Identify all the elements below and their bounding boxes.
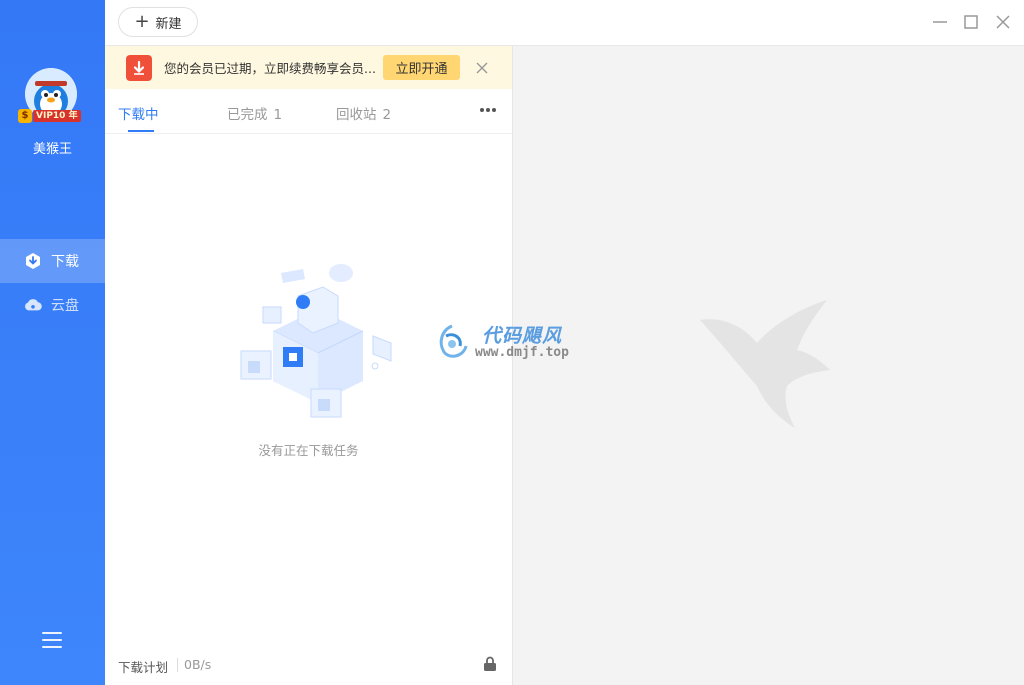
- download-badge-icon: [126, 54, 152, 81]
- watermark-url: www.dmjf.top: [475, 345, 569, 360]
- sidebar: $ VIP10 年 美猴王 下载 云盘: [0, 0, 105, 685]
- lock-icon[interactable]: [483, 656, 497, 672]
- cloud-icon: [24, 296, 42, 314]
- empty-state-text: 没有正在下载任务: [258, 443, 359, 458]
- vip-badge-label: VIP10 年: [33, 110, 81, 122]
- tab-recycle-bin[interactable]: 回收站 2: [336, 103, 391, 123]
- footer-divider: [177, 658, 178, 672]
- active-tab-indicator: [128, 130, 154, 132]
- maximize-icon[interactable]: [961, 12, 981, 32]
- vip-badge[interactable]: $ VIP10 年: [18, 109, 81, 123]
- thunder-bird-logo-icon: [695, 298, 835, 433]
- sidebar-item-label: 下载: [51, 254, 79, 270]
- username: 美猴王: [32, 142, 72, 157]
- new-task-button[interactable]: + 新建: [118, 7, 198, 37]
- banner-text: 您的会员已过期，立即续费畅享会员...: [164, 61, 376, 76]
- download-hex-icon: [24, 252, 42, 270]
- tab-label: 下载中: [118, 107, 159, 123]
- menu-icon[interactable]: [42, 632, 62, 648]
- empty-state-illustration: [223, 261, 398, 421]
- close-icon[interactable]: [993, 12, 1013, 32]
- tab-downloading[interactable]: 下载中: [118, 103, 159, 123]
- sidebar-item-label: 云盘: [51, 298, 79, 314]
- sidebar-item-download[interactable]: 下载: [0, 239, 105, 283]
- new-task-label: 新建: [155, 16, 182, 32]
- download-speed: 0B/s: [184, 657, 212, 672]
- tab-count: 1: [273, 107, 283, 123]
- tab-bar: 下载中 已完成 1 回收站 2: [105, 89, 512, 134]
- download-panel: 您的会员已过期，立即续费畅享会员... 立即开通 下载中 已完成 1 回收站 2: [105, 46, 513, 685]
- banner-close-icon[interactable]: [475, 60, 489, 74]
- more-options-icon[interactable]: [480, 108, 496, 114]
- vip-s-icon: $: [18, 109, 32, 123]
- membership-banner: 您的会员已过期，立即续费畅享会员... 立即开通: [105, 46, 512, 89]
- tab-completed[interactable]: 已完成 1: [227, 103, 282, 123]
- tab-count: 2: [382, 107, 392, 123]
- watermark-logo-icon: [432, 322, 472, 362]
- top-bar: + 新建: [105, 0, 1024, 46]
- tab-label: 已完成: [227, 107, 268, 123]
- watermark-title: 代码飓风: [482, 325, 563, 347]
- download-plan-button[interactable]: 下载计划: [118, 657, 168, 676]
- sidebar-item-cloud[interactable]: 云盘: [0, 283, 105, 327]
- tab-label: 回收站: [336, 107, 377, 123]
- plus-icon: +: [134, 11, 150, 32]
- renew-button[interactable]: 立即开通: [383, 55, 460, 80]
- minimize-icon[interactable]: [930, 12, 950, 32]
